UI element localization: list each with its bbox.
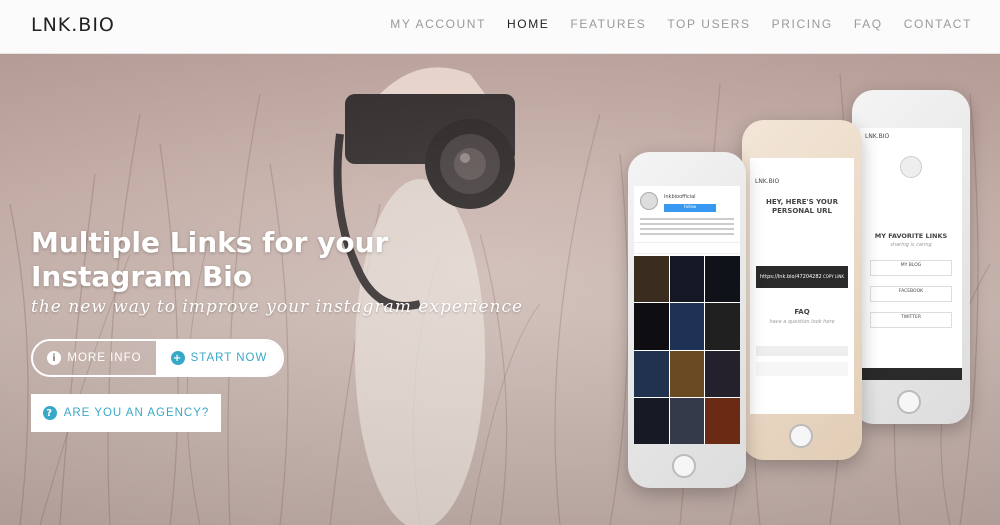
link-item[interactable]: MY BLOG bbox=[870, 260, 952, 276]
top-navbar: LNK.BIO MY ACCOUNT HOME FEATURES TOP USE… bbox=[0, 0, 1000, 54]
phone-mockup-instagram: lnkbioofficial Follow bbox=[628, 152, 746, 488]
phone-screen-instagram: lnkbioofficial Follow bbox=[634, 186, 740, 444]
more-info-label: MORE INFO bbox=[67, 352, 142, 364]
phone-screen-links: LNK.BIO MY FAVORITE LINKS sharing is car… bbox=[860, 128, 962, 380]
hero-section: Multiple Links for your Instagram Bio th… bbox=[0, 54, 1000, 525]
nav-my-account[interactable]: MY ACCOUNT bbox=[390, 17, 486, 31]
link-item[interactable]: FACEBOOK bbox=[870, 286, 952, 302]
nav-contact[interactable]: CONTACT bbox=[904, 17, 972, 31]
faq-answer bbox=[756, 362, 848, 376]
grid-photo[interactable] bbox=[705, 256, 740, 303]
home-button bbox=[789, 424, 813, 448]
main-nav: MY ACCOUNT HOME FEATURES TOP USERS PRICI… bbox=[369, 17, 972, 31]
faq-item[interactable] bbox=[756, 346, 848, 356]
grid-photo[interactable] bbox=[669, 303, 705, 350]
avatar bbox=[900, 156, 922, 178]
links-subheading: sharing is caring bbox=[890, 242, 932, 248]
grid-photo[interactable] bbox=[634, 350, 669, 397]
nav-faq[interactable]: FAQ bbox=[854, 17, 883, 31]
grid-photo[interactable] bbox=[634, 397, 669, 444]
start-now-label: START NOW bbox=[190, 352, 268, 364]
avatar bbox=[640, 192, 658, 210]
hero-button-group: i MORE INFO + START NOW bbox=[31, 339, 284, 377]
nav-features[interactable]: FEATURES bbox=[570, 17, 646, 31]
hero-headline: Multiple Links for your Instagram Bio bbox=[31, 226, 451, 294]
nav-home[interactable]: HOME bbox=[507, 17, 549, 31]
phone-footer-bar bbox=[860, 368, 962, 380]
url-text: https://lnk.bio/47204282 bbox=[760, 274, 822, 280]
url-box: https://lnk.bio/47204282 COPY LINK bbox=[756, 266, 848, 288]
profile-stats bbox=[634, 242, 740, 254]
hero-headline-line2: Instagram Bio bbox=[31, 260, 253, 293]
more-info-button[interactable]: i MORE INFO bbox=[33, 341, 156, 375]
grid-photo[interactable] bbox=[669, 397, 705, 444]
nav-top-users[interactable]: TOP USERS bbox=[667, 17, 750, 31]
start-now-button[interactable]: + START NOW bbox=[156, 341, 282, 375]
phone-middle-logo: LNK.BIO bbox=[755, 178, 780, 185]
photo-grid bbox=[634, 256, 740, 444]
home-button bbox=[897, 390, 921, 414]
agency-label: ARE YOU AN AGENCY? bbox=[63, 407, 210, 419]
hero-tagline: the new way to improve your instagram ex… bbox=[31, 297, 524, 317]
profile-bio bbox=[640, 218, 734, 236]
grid-photo[interactable] bbox=[634, 303, 669, 350]
info-icon: i bbox=[47, 351, 62, 365]
url-heading: HEY, HERE'S YOUR PERSONAL URL bbox=[766, 198, 838, 215]
agency-button[interactable]: ? ARE YOU AN AGENCY? bbox=[31, 394, 221, 432]
grid-photo[interactable] bbox=[705, 303, 740, 350]
link-item[interactable]: TWITTER bbox=[870, 312, 952, 328]
phone-mockup-personal-url: LNK.BIO HEY, HERE'S YOUR PERSONAL URL ht… bbox=[742, 120, 862, 460]
site-logo[interactable]: LNK.BIO bbox=[31, 14, 115, 36]
question-icon: ? bbox=[42, 406, 57, 420]
nav-pricing[interactable]: PRICING bbox=[772, 17, 833, 31]
phone-mockup-favorite-links: LNK.BIO MY FAVORITE LINKS sharing is car… bbox=[852, 90, 970, 424]
faq-subtitle: have a question look here bbox=[769, 319, 835, 325]
grid-photo[interactable] bbox=[705, 397, 740, 444]
phone-right-logo: LNK.BIO bbox=[865, 133, 890, 140]
hero-headline-line1: Multiple Links for your bbox=[31, 226, 389, 259]
grid-photo[interactable] bbox=[669, 256, 705, 303]
home-button bbox=[672, 454, 696, 478]
grid-photo[interactable] bbox=[634, 256, 669, 303]
plus-icon: + bbox=[170, 351, 185, 365]
copy-link-button[interactable]: COPY LINK bbox=[823, 274, 844, 279]
grid-photo[interactable] bbox=[705, 350, 740, 397]
grid-photo[interactable] bbox=[669, 350, 705, 397]
follow-button[interactable]: Follow bbox=[664, 204, 716, 212]
links-heading: MY FAVORITE LINKS bbox=[874, 232, 948, 240]
profile-username: lnkbioofficial bbox=[664, 194, 696, 200]
phone-screen-url: LNK.BIO HEY, HERE'S YOUR PERSONAL URL ht… bbox=[750, 158, 854, 414]
faq-title: FAQ bbox=[794, 308, 810, 316]
